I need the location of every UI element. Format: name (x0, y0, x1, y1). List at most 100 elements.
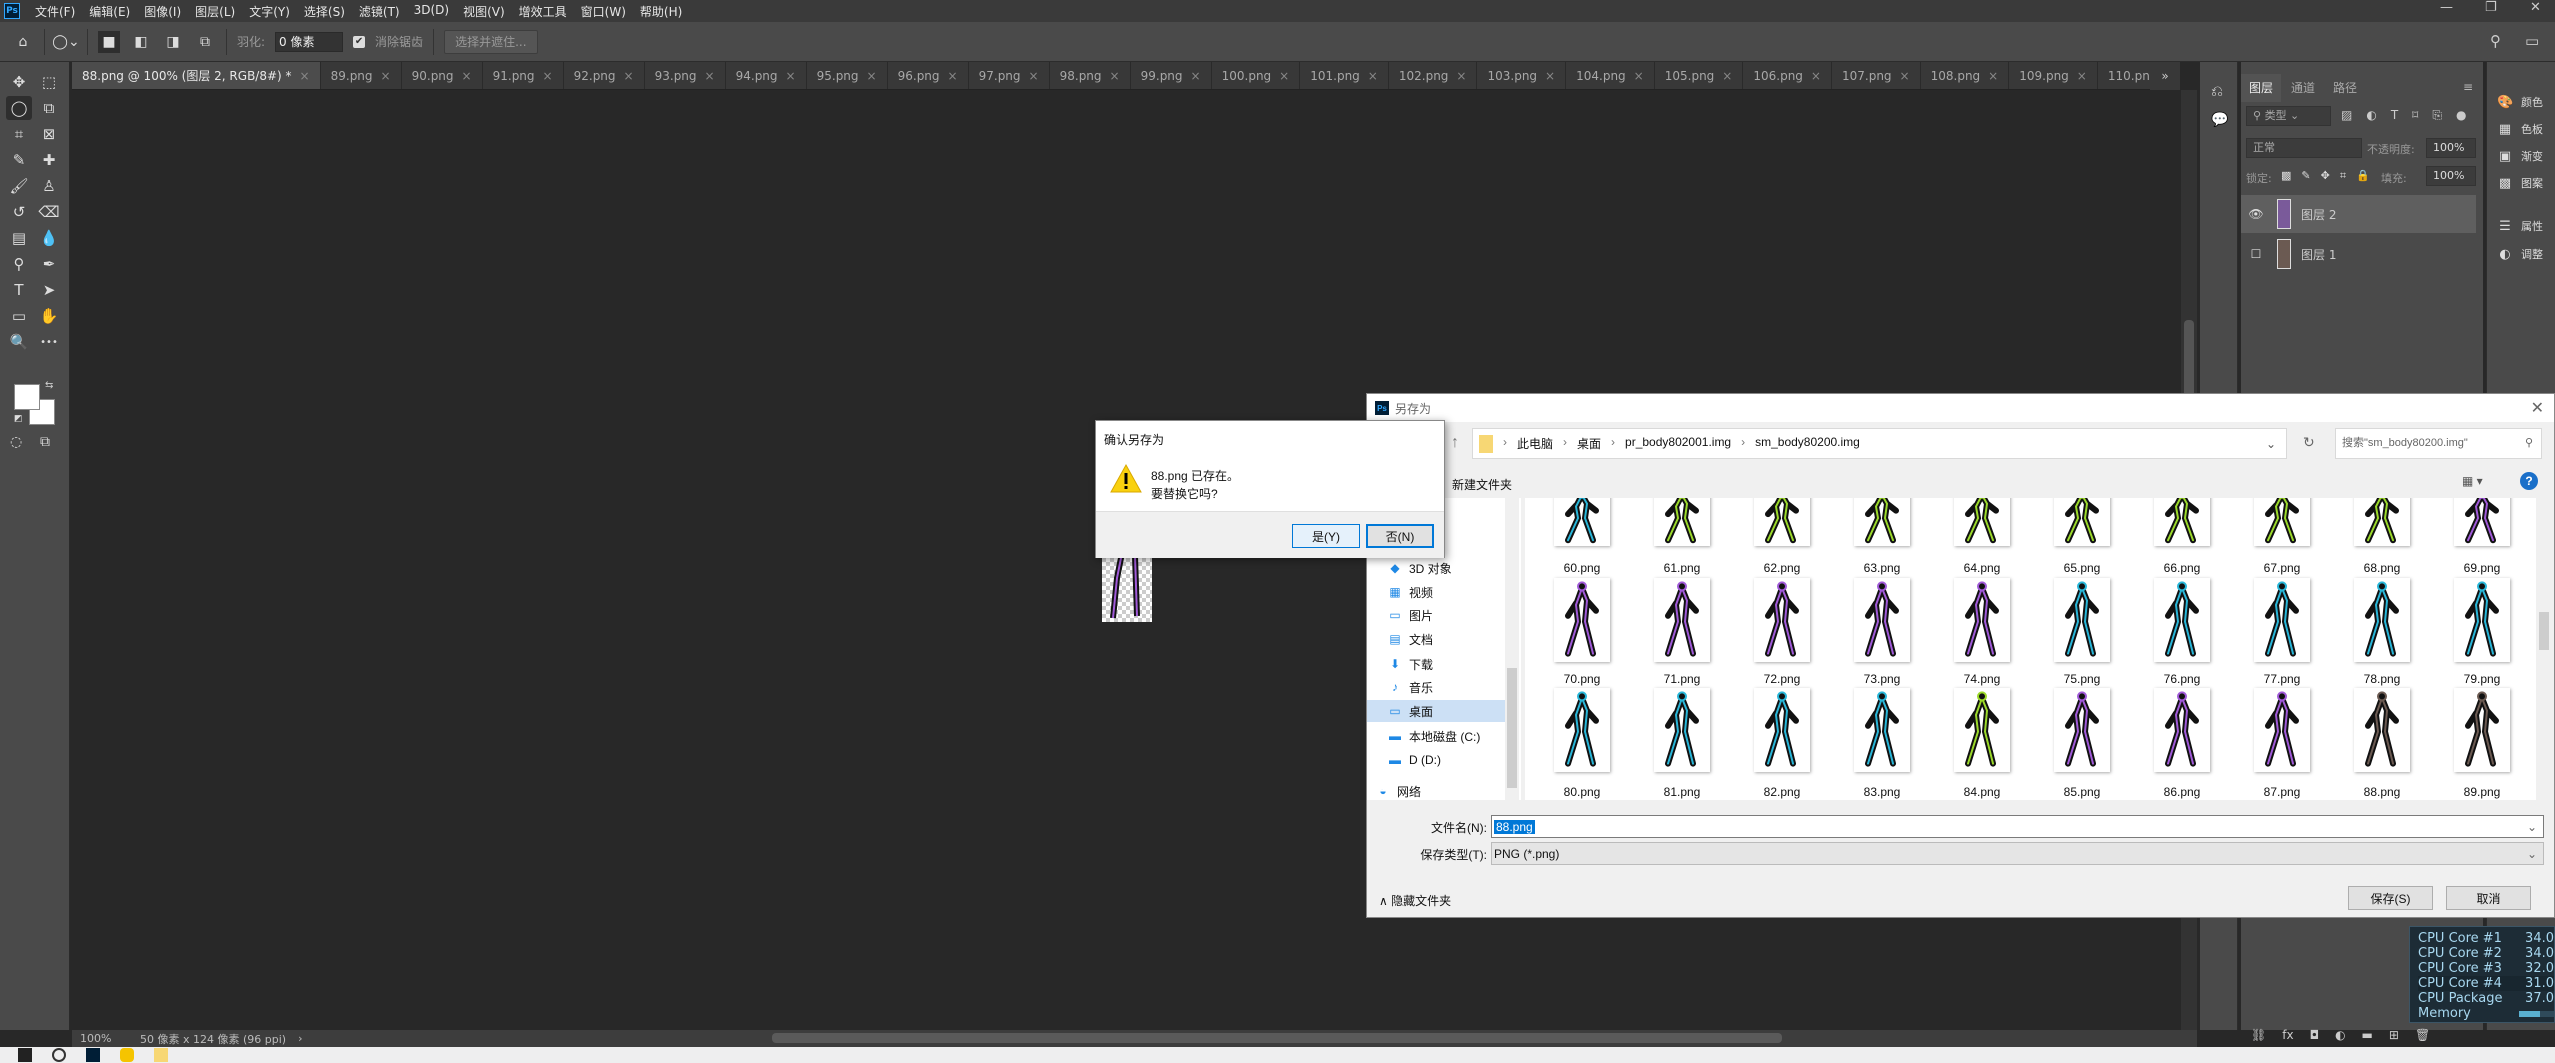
swap-colors-icon[interactable]: ⇆ (45, 380, 53, 391)
chevron-right-icon[interactable]: › (1611, 435, 1615, 452)
search-input[interactable]: 搜索"sm_body80200.img" ⚲ (2335, 428, 2542, 459)
menu-item[interactable]: 滤镜(T) (352, 3, 407, 20)
close-tab-icon[interactable]: × (462, 69, 472, 83)
chevron-right-icon[interactable]: › (1563, 435, 1567, 452)
new-folder-button[interactable]: 新建文件夹 (1452, 476, 1512, 493)
file-explorer-icon[interactable] (154, 1048, 168, 1062)
document-tab[interactable]: 94.png × (726, 62, 807, 89)
nav-item[interactable]: ▦ 视频 (1387, 581, 1507, 603)
search-taskbar-icon[interactable] (52, 1048, 66, 1062)
filename-input[interactable]: 88.png ⌄ (1491, 815, 2544, 838)
filter-toggle-icon[interactable]: ● (2456, 108, 2466, 123)
layer-row[interactable]: ☐ 图层 1 (2241, 235, 2476, 273)
menu-item[interactable]: 窗口(W) (574, 3, 633, 20)
breadcrumb-item[interactable]: 此电脑 (1517, 435, 1553, 452)
nav-item[interactable]: ◆ 3D 对象 (1387, 557, 1507, 579)
filter-shape-icon[interactable]: ⌑ (2412, 108, 2418, 123)
search-icon[interactable]: ⚲ (2490, 32, 2501, 50)
filter-type-select[interactable]: ⚲ 类型 ⌄ (2246, 106, 2331, 126)
hidden-visibility-box[interactable]: ☐ (2241, 247, 2271, 261)
document-tab[interactable]: 95.png × (807, 62, 888, 89)
close-tab-icon[interactable]: × (1279, 69, 1289, 83)
document-tab[interactable]: 106.png × (1743, 62, 1832, 89)
close-window-button[interactable]: ✕ (2530, 0, 2541, 15)
eye-icon[interactable]: 👁 (2241, 207, 2271, 221)
layer-row[interactable]: 👁 图层 2 (2241, 195, 2476, 233)
menu-item[interactable]: 选择(S) (297, 3, 352, 20)
blend-mode-select[interactable]: 正常 (2246, 138, 2362, 158)
refresh-icon[interactable]: ↻ (2303, 434, 2315, 451)
lock-artboard-icon[interactable]: ⌗ (2340, 169, 2346, 183)
no-button[interactable]: 否(N) (1366, 524, 1434, 548)
zoom-icon[interactable]: 🔍 (6, 330, 32, 354)
zoom-level[interactable]: 100% (80, 1032, 128, 1045)
document-info[interactable]: 50 像素 x 124 像素 (96 ppi) (140, 1031, 286, 1047)
nav-item[interactable]: ▬ D (D:) (1387, 749, 1507, 771)
menu-item[interactable]: 增效工具 (512, 3, 574, 20)
add-selection-icon[interactable]: ◧ (130, 31, 152, 53)
history-icon[interactable]: ⎌ (2211, 82, 2223, 100)
history-brush-icon[interactable]: ↺ (6, 200, 32, 224)
app-taskbar-icon[interactable] (120, 1048, 134, 1062)
close-tab-icon[interactable]: × (1029, 69, 1039, 83)
maximize-button[interactable]: ❐ (2485, 0, 2497, 15)
chevron-right-icon[interactable]: › (1741, 435, 1745, 452)
screen-mode-icon[interactable]: ⧉ (40, 434, 50, 450)
workspace-icon[interactable]: ▭ (2525, 32, 2539, 50)
lock-position-icon[interactable]: ✥ (2321, 169, 2330, 183)
panel-menu-icon[interactable]: ≡ (2463, 80, 2473, 94)
panel-swatches[interactable]: ▦ 色板 (2497, 121, 2543, 137)
yes-button[interactable]: 是(Y) (1292, 524, 1360, 548)
menu-item[interactable]: 文件(F) (28, 3, 82, 20)
document-tab[interactable]: 90.png × (402, 62, 483, 89)
select-and-mask-button[interactable]: 选择并遮住... (444, 29, 538, 54)
nav-item[interactable]: ◒ 网络 (1375, 780, 1495, 800)
close-tab-icon[interactable]: × (1456, 69, 1466, 83)
eyedropper-icon[interactable]: ✎ (6, 148, 32, 172)
document-tab[interactable]: 100.png × (1212, 62, 1301, 89)
nav-item[interactable]: ▭ 桌面 (1367, 700, 1507, 722)
lasso-preset-icon[interactable]: ◯⌄ (52, 31, 79, 53)
nav-item[interactable]: ⬇ 下载 (1387, 653, 1507, 675)
document-tab[interactable]: 107.png × (1832, 62, 1921, 89)
menu-item[interactable]: 帮助(H) (633, 3, 689, 20)
document-tab[interactable]: 105.png × (1655, 62, 1744, 89)
close-tab-icon[interactable]: × (1368, 69, 1378, 83)
filter-pixel-icon[interactable]: ▨ (2341, 108, 2352, 123)
brush-icon[interactable]: 🖌 (6, 174, 32, 198)
status-expand-icon[interactable]: › (298, 1032, 302, 1045)
filter-smart-icon[interactable]: ⎘ (2432, 108, 2442, 123)
breadcrumb-item[interactable]: 桌面 (1577, 435, 1601, 452)
move-icon[interactable]: ✥ (6, 70, 32, 94)
up-folder-icon[interactable]: ↑ (1451, 434, 1459, 452)
home-icon[interactable]: ⌂ (12, 31, 34, 53)
dodge-icon[interactable]: ⚲ (6, 252, 32, 276)
document-tab[interactable]: 99.png × (1131, 62, 1212, 89)
filetype-select[interactable]: PNG (*.png) ⌄ (1491, 842, 2544, 865)
close-tab-icon[interactable]: × (624, 69, 634, 83)
address-bar[interactable]: › 此电脑 › 桌面 › pr_body802001.img › sm_body80200.i… (1472, 428, 2287, 459)
link-layers-icon[interactable]: ⛓ (2251, 1028, 2266, 1042)
document-tab[interactable]: 108.png × (1921, 62, 2010, 89)
new-selection-icon[interactable]: ■ (98, 30, 120, 53)
panel-tab[interactable]: 图层 (2241, 74, 2282, 102)
filter-type-icon[interactable]: T (2391, 108, 2398, 123)
hand-icon[interactable]: ✋ (36, 304, 62, 328)
document-tab[interactable]: 103.png × (1477, 62, 1567, 89)
minimize-button[interactable]: — (2440, 0, 2453, 15)
object-select-icon[interactable]: ⧉ (36, 96, 62, 120)
close-dialog-button[interactable]: ✕ (2531, 398, 2544, 418)
close-tab-icon[interactable]: × (1545, 69, 1555, 83)
eraser-icon[interactable]: ⌫ (36, 200, 62, 224)
feather-input[interactable]: 0 像素 (275, 31, 344, 52)
close-tab-icon[interactable]: × (705, 69, 715, 83)
document-tab[interactable]: 109.png × (2009, 62, 2098, 89)
blur-icon[interactable]: 💧 (36, 226, 62, 250)
document-tab[interactable]: 104.png × (1566, 62, 1655, 89)
menu-item[interactable]: 文字(Y) (242, 3, 297, 20)
address-dropdown-icon[interactable]: ⌄ (2266, 437, 2276, 451)
gradient-icon[interactable]: ▤ (6, 226, 32, 250)
panel-pattern[interactable]: ▩ 图案 (2497, 175, 2543, 191)
path-select-icon[interactable]: ➤ (36, 278, 62, 302)
document-tab[interactable]: 102.png × (1389, 62, 1478, 89)
